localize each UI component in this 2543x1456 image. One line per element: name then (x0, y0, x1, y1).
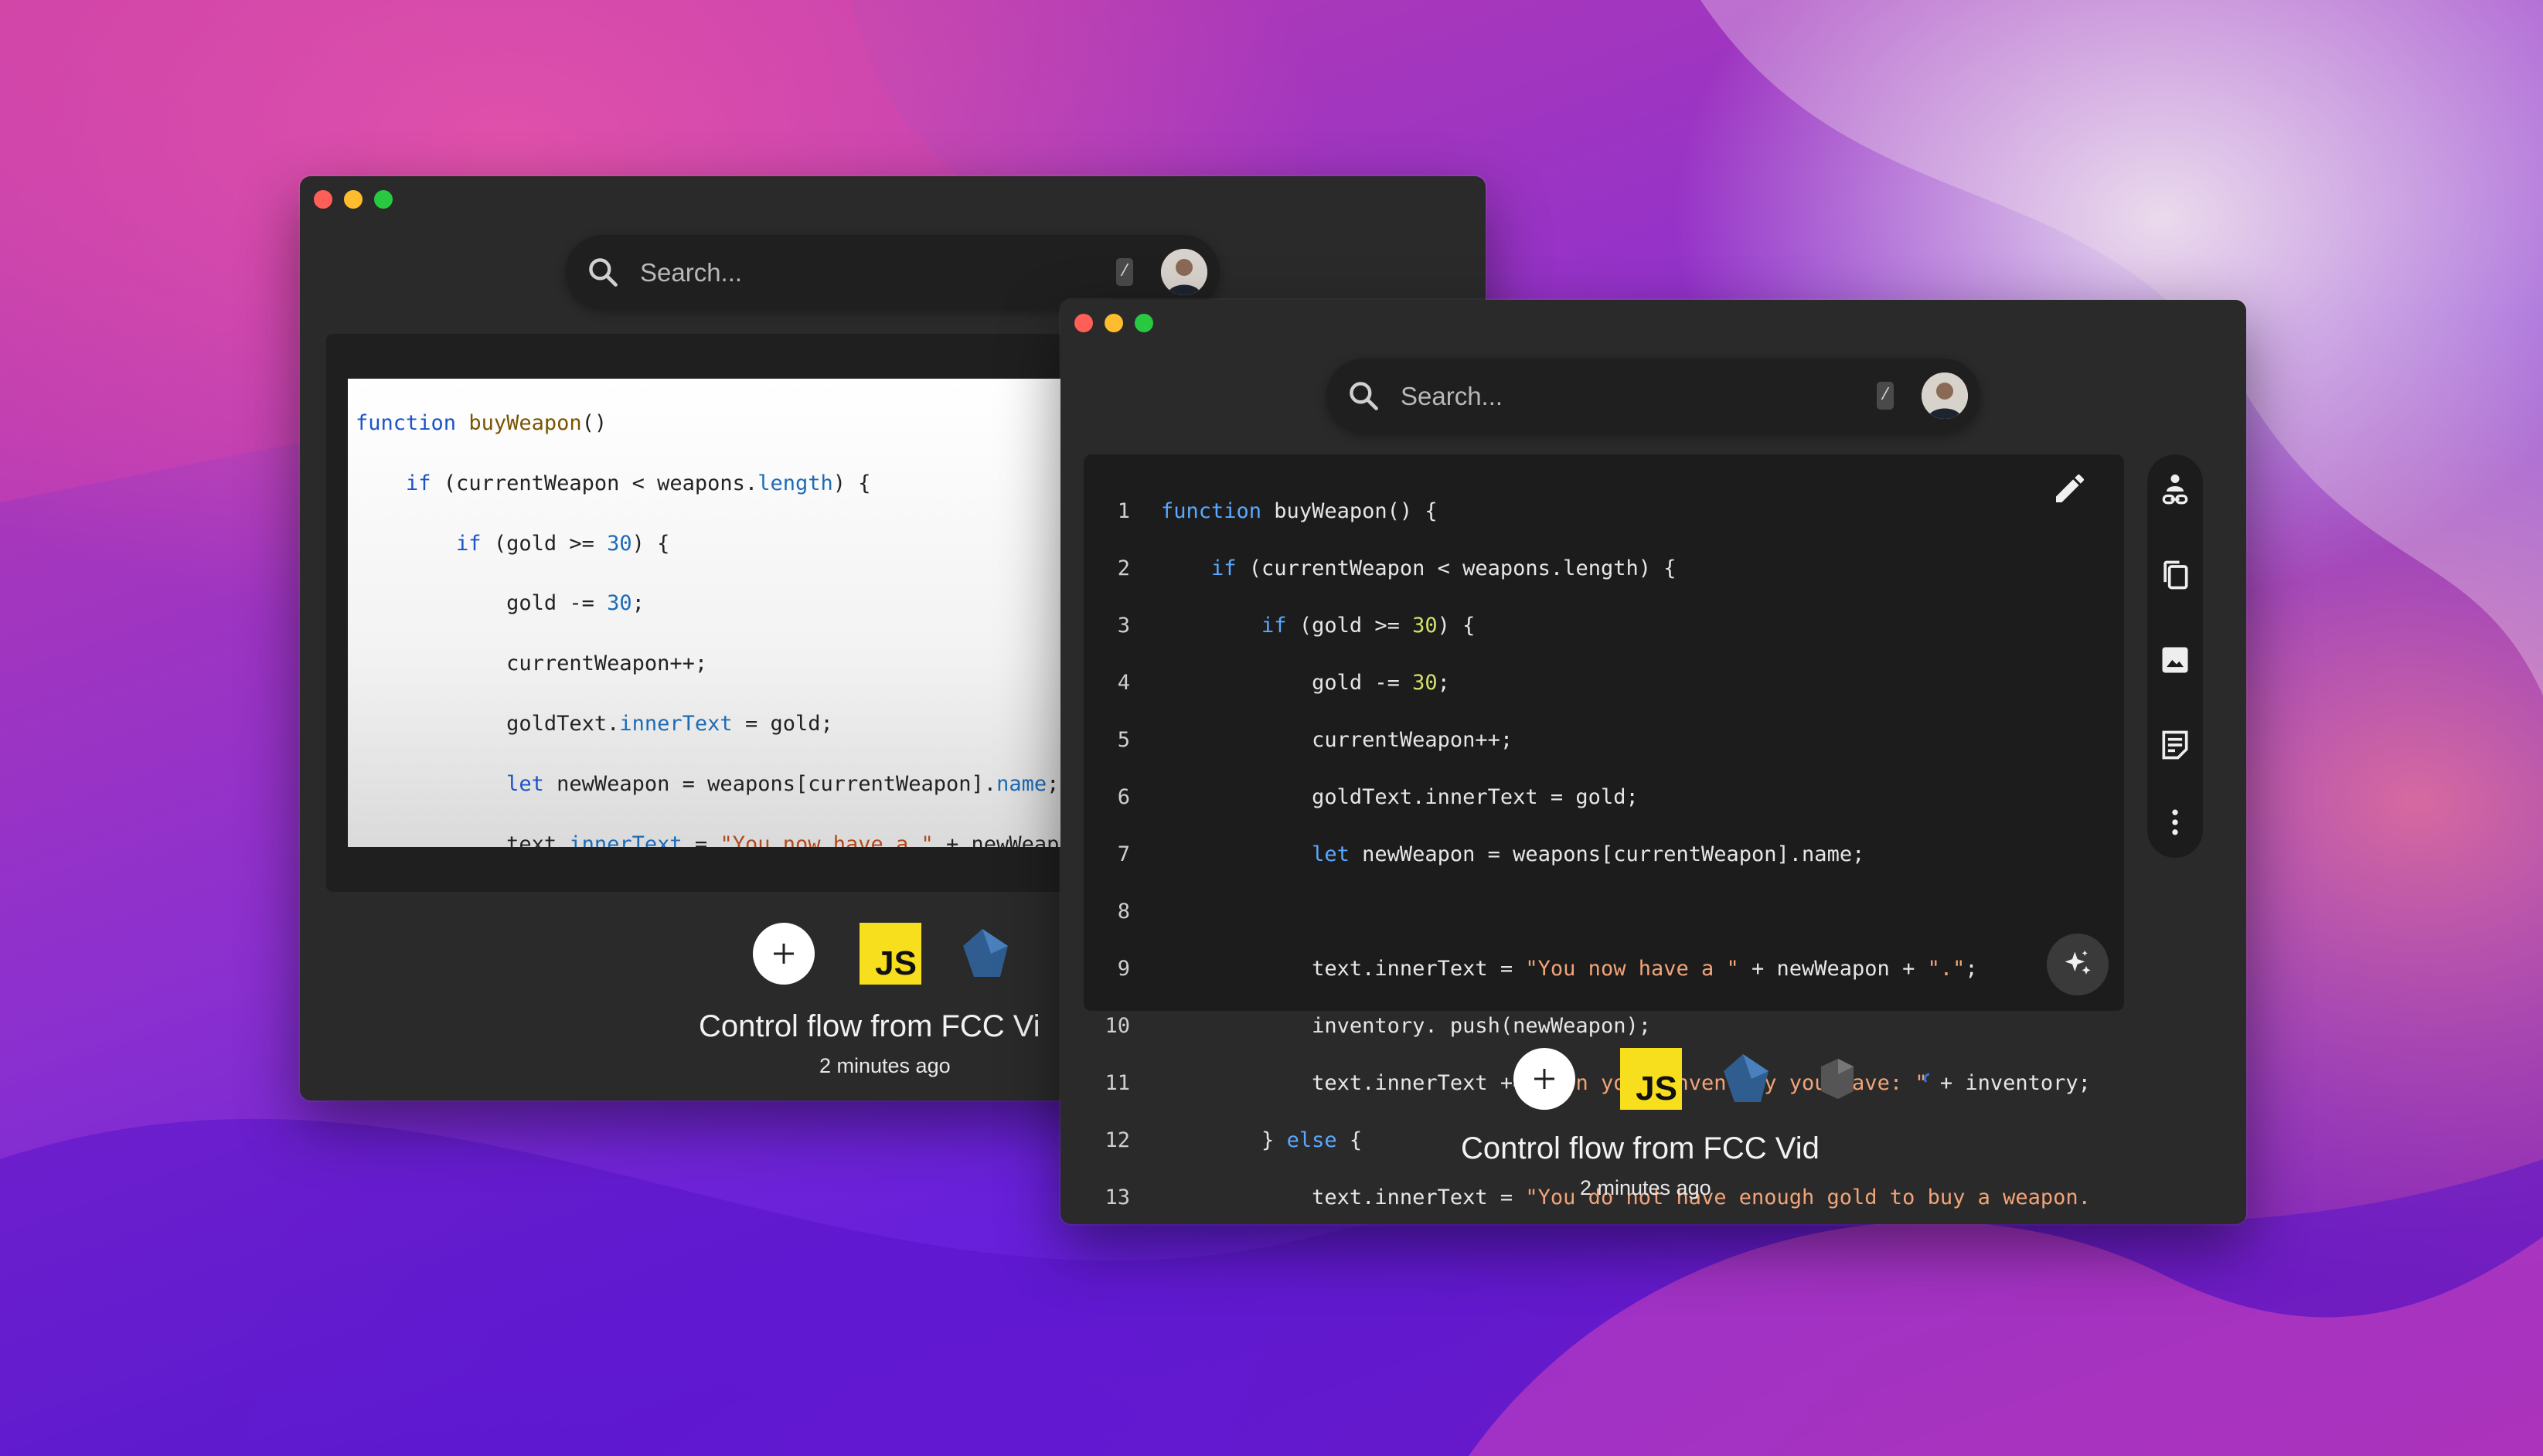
search-shortcut-hint: / (1877, 382, 1894, 410)
add-button[interactable] (753, 923, 815, 985)
javascript-file-icon[interactable]: JS (860, 923, 921, 985)
notes-icon (2162, 730, 2188, 760)
search-shortcut-hint: / (1116, 258, 1133, 286)
code-line: 5 currentWeapon++; (1117, 728, 1513, 752)
front-window: / 1function buyWeapon() { 2 if (currentW… (1060, 300, 2246, 1224)
close-button[interactable] (314, 190, 332, 209)
window-controls (1074, 314, 1153, 332)
code-line: gold -= 30; (356, 591, 645, 616)
zoom-button[interactable] (1135, 314, 1153, 332)
snippet-title: Control flow from FCC Vi (699, 1009, 1040, 1043)
snippet-title: Control flow from FCC Vid (1461, 1131, 1820, 1165)
code-line: goldText.innerText = gold; (356, 711, 833, 736)
code-line: if (gold >= 30) { (456, 531, 670, 556)
search-icon (589, 258, 618, 287)
close-button[interactable] (1074, 314, 1093, 332)
snippet-time: 2 minutes ago (819, 1054, 951, 1077)
minimize-button[interactable] (1105, 314, 1123, 332)
notes-button[interactable] (2157, 726, 2194, 764)
code-line: 3 if (gold >= 30) { (1117, 614, 1476, 638)
add-icon (1534, 1069, 1554, 1089)
more-vertical-icon (2172, 809, 2178, 835)
code-line: text.innerText = "You now have a " + new… (356, 832, 1072, 847)
add-button[interactable] (1513, 1048, 1575, 1110)
code-line: 7 let newWeapon = weapons[currentWeapon]… (1117, 842, 1865, 866)
code-line: function buyWeapon() (356, 411, 608, 435)
copy-icon (2163, 560, 2188, 590)
avatar[interactable] (1161, 249, 1207, 295)
snippet-time: 2 minutes ago (1580, 1176, 1711, 1199)
javascript-file-icon[interactable]: JS (1620, 1048, 1682, 1110)
search-bar[interactable]: / (1326, 359, 1980, 433)
image-export-icon (2162, 647, 2188, 673)
code-line: 10 inventory. push(newWeapon); (1105, 1014, 1651, 1038)
search-bar[interactable]: / (566, 235, 1220, 309)
copy-button[interactable] (2157, 556, 2194, 594)
code-line: if (currentWeapon < weapons.length) { (406, 471, 871, 495)
code-line: 4 gold -= 30; (1117, 671, 1450, 695)
code-line: let newWeapon = weapons[currentWeapon].n… (506, 771, 1060, 796)
code-line: currentWeapon++; (356, 651, 708, 676)
code-editor[interactable]: 1 function buyWeapon() { 2 if (currentWea… (1084, 454, 2124, 1209)
window-controls (314, 190, 393, 209)
search-input[interactable] (638, 250, 1074, 295)
file-icon[interactable] (1812, 1054, 1861, 1104)
ai-assist-button[interactable] (2047, 934, 2109, 995)
add-icon (774, 944, 794, 964)
dart-file-icon[interactable] (1716, 1048, 1778, 1110)
minimize-button[interactable] (344, 190, 363, 209)
action-toolbar (2147, 454, 2203, 858)
more-options-button[interactable] (2157, 804, 2194, 841)
dart-file-icon[interactable] (955, 923, 1017, 985)
pencil-icon[interactable] (2051, 470, 2089, 507)
loading-spinner-icon (1923, 1073, 1930, 1083)
code-line: 9 text.innerText = "You now have a " + n… (1117, 957, 1978, 981)
code-line: 2 if (currentWeapon < weapons.length) { (1117, 556, 1677, 580)
code-line: 11 text.innerText += " In your inventory… (1105, 1071, 2091, 1095)
avatar[interactable] (1922, 373, 1968, 419)
code-line: 6 goldText.innerText = gold; (1117, 785, 1639, 809)
code-line: 1 function buyWeapon() { (1117, 499, 1438, 523)
search-icon (1350, 382, 1378, 410)
code-screenshot: function buyWeapon() if (currentWeapon <… (348, 379, 1105, 847)
export-image-button[interactable] (2157, 641, 2194, 679)
zoom-button[interactable] (374, 190, 393, 209)
share-link-icon (2162, 475, 2188, 505)
sparkle-icon (2065, 950, 2091, 975)
search-input[interactable] (1399, 374, 1835, 419)
code-line: 8 (1117, 900, 1130, 924)
share-link-button[interactable] (2157, 473, 2194, 510)
